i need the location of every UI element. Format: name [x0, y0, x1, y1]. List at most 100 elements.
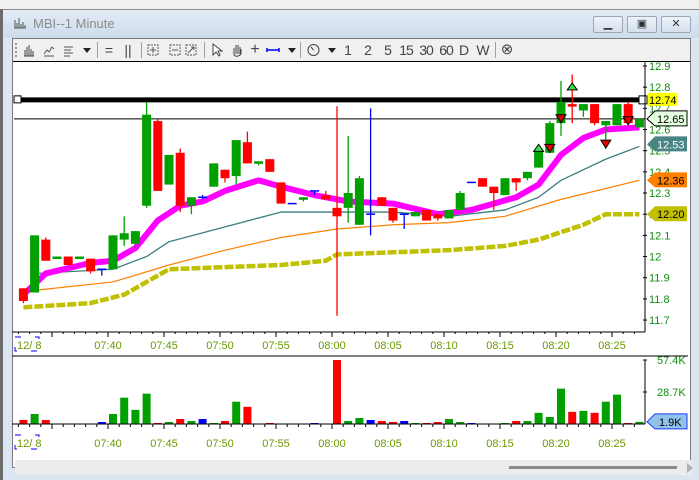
- volume-tick-label: 28.7K: [657, 387, 686, 399]
- candle: [209, 163, 219, 187]
- candle: [254, 161, 264, 166]
- candle-body: [30, 235, 40, 293]
- price-tick-label: 12.1: [649, 230, 670, 242]
- candle: [455, 190, 465, 210]
- candle-body: [153, 121, 163, 191]
- volume-bar: [366, 419, 375, 424]
- candle: [242, 131, 252, 164]
- time-label: 08:10: [430, 438, 458, 450]
- candle-body: [254, 161, 264, 164]
- candle-body: [433, 214, 443, 219]
- price-tick-label: 11.7: [649, 315, 670, 327]
- candle: [298, 197, 308, 202]
- sell-signal-icon: [599, 139, 612, 150]
- candle-body: [276, 182, 286, 204]
- price-tag-ema_long: 12.20: [647, 206, 687, 222]
- candle-body: [567, 104, 577, 107]
- candle-body: [63, 256, 73, 265]
- volume-bar: [355, 417, 364, 424]
- candle-body: [119, 233, 129, 240]
- time-label: 08:20: [542, 438, 570, 450]
- candle: [410, 212, 420, 217]
- price-tag-label: 12.53: [657, 139, 685, 151]
- volume-bar: [243, 406, 252, 424]
- candle-body: [18, 288, 28, 301]
- price-tag-label: 12.65: [657, 114, 685, 126]
- volume-bar: [19, 419, 28, 424]
- candle-body: [186, 197, 196, 206]
- volume-bar: [41, 419, 50, 424]
- volume-tick-label: 57.4K: [657, 355, 686, 367]
- price-chart[interactable]: 12.912.812.712.612.512.412.312.212.11211…: [0, 0, 699, 480]
- candle-body: [534, 150, 544, 168]
- line-handle-left: [13, 95, 22, 104]
- price-tag-last: 12.65: [646, 110, 688, 127]
- candle-body: [265, 159, 275, 172]
- candle-body: [590, 104, 600, 124]
- candle-body: [377, 197, 387, 206]
- candle-body: [86, 258, 96, 272]
- candle: [18, 288, 28, 304]
- candle-body: [108, 235, 118, 270]
- candle: [478, 178, 488, 187]
- time-label: 08:00: [318, 438, 346, 450]
- candle: [399, 213, 409, 230]
- candle: [74, 256, 84, 260]
- candle-body: [130, 231, 140, 244]
- volume-tag-label: 1.9K: [659, 417, 682, 429]
- time-label: 07:40: [94, 340, 122, 352]
- candle: [220, 169, 230, 183]
- candle-body: [410, 212, 420, 217]
- price-tag-ema_mid: 12.53: [647, 136, 687, 152]
- price-tick-label: 11.8: [649, 294, 670, 306]
- candle-body: [578, 104, 588, 111]
- price-tag-label: 12.74: [649, 95, 677, 107]
- buy-signal-icon: [566, 82, 579, 91]
- line-handle-right: [638, 95, 648, 105]
- candle-body: [455, 193, 465, 210]
- candle: [86, 258, 96, 274]
- price-tag-hline: 12.74: [648, 92, 677, 107]
- candle: [377, 197, 387, 206]
- time-label: 08:00: [318, 340, 346, 352]
- volume-last-tag: 1.9K: [646, 413, 688, 430]
- time-label: 08:15: [486, 340, 514, 352]
- candle: [63, 256, 73, 265]
- time-label: 08:15: [486, 438, 514, 450]
- volume-bar: [120, 397, 129, 424]
- time-label: 08:25: [598, 340, 626, 352]
- volume-bar: [198, 418, 207, 424]
- candle: [422, 209, 432, 221]
- candle: [119, 216, 129, 246]
- candle-body: [321, 195, 331, 200]
- volume-bar: [534, 412, 543, 424]
- candle: [634, 118, 644, 128]
- candle-body: [41, 239, 51, 261]
- candle-body: [164, 154, 174, 185]
- candle: [321, 190, 331, 200]
- time-label: 07:55: [262, 438, 290, 450]
- candle: [343, 135, 353, 223]
- time-label: 08:25: [598, 438, 626, 450]
- candle: [444, 209, 454, 219]
- price-tick-label: 11.9: [649, 273, 670, 285]
- time-label: 08:10: [430, 340, 458, 352]
- volume-bar: [142, 393, 151, 424]
- candle-body: [175, 152, 185, 206]
- candle: [164, 154, 174, 185]
- buy-signal-icon: [532, 143, 545, 152]
- candle-body: [354, 178, 364, 225]
- candle: [354, 176, 364, 225]
- candle-body: [209, 163, 219, 187]
- volume-bar: [545, 416, 554, 424]
- volume-bar: [333, 360, 341, 424]
- candle: [41, 237, 51, 261]
- price-tick-label: 12.8: [649, 82, 670, 94]
- candle-body: [422, 209, 432, 221]
- candle: [388, 207, 398, 223]
- time-label: 07:55: [262, 340, 290, 352]
- candle: [142, 101, 152, 208]
- candle: [590, 104, 600, 126]
- candle: [612, 104, 622, 126]
- candle-body: [634, 118, 644, 128]
